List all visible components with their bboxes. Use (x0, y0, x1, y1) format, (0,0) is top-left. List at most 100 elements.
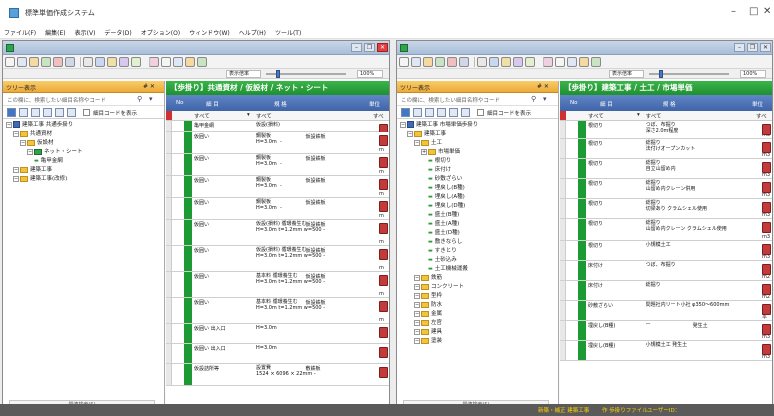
show-code-checkbox[interactable] (477, 109, 484, 116)
toolbar-icon[interactable] (53, 57, 63, 67)
book-icon[interactable] (379, 327, 388, 338)
zoom-slider-thumb[interactable] (659, 70, 663, 78)
book-icon[interactable] (762, 344, 771, 355)
mdi-restore-button[interactable]: ❐ (364, 43, 375, 52)
book-icon[interactable] (762, 142, 771, 153)
toolbar-icon[interactable] (107, 57, 117, 67)
tree-node[interactable]: − 仮設材 (20, 139, 54, 148)
table-row[interactable]: 仮囲い 基本料 循環養生む H=3.0m t=1.2mm w=500 - 仮設鉄板 m (166, 298, 389, 324)
tree-node[interactable]: ▬ 盛土(B種) (428, 211, 459, 220)
toolbar-icon[interactable] (591, 57, 601, 67)
toolbar-icon[interactable] (41, 57, 51, 67)
book-icon[interactable] (379, 347, 388, 358)
view-mode-icon[interactable] (449, 108, 458, 117)
toolbar-icon[interactable] (501, 57, 511, 67)
zoom-value[interactable]: 100% (740, 70, 766, 78)
expand-toggle-icon[interactable]: − (13, 175, 19, 182)
search-icon[interactable]: ⚲ (531, 95, 536, 103)
filter-spec-dropdown[interactable]: すべて (646, 112, 662, 120)
expand-toggle-icon[interactable]: − (414, 139, 420, 146)
toolbar-icon[interactable] (65, 57, 75, 67)
toolbar-icon[interactable] (579, 57, 589, 67)
tree-search-input[interactable]: この欄に、検索したい細目名称やコード (401, 96, 500, 104)
toolbar-icon[interactable] (95, 57, 105, 67)
table-row[interactable]: 仮囲い 出入口 H=3.0m (166, 324, 389, 344)
table-row[interactable]: 床付け つぼ、布掘り m2 (560, 261, 772, 281)
mdi-close-button[interactable]: ✕ (377, 43, 388, 52)
filter-name-dropdown[interactable]: すべて (194, 112, 210, 120)
book-icon[interactable] (379, 135, 388, 146)
toolbar-icon[interactable] (435, 57, 445, 67)
table-row[interactable]: 仮囲い 出入口 H=3.0m (166, 344, 389, 364)
column-header-unit[interactable]: 単位 (752, 100, 763, 108)
table-row[interactable]: 根切り 小規模土工 m3 (560, 241, 772, 261)
table-row[interactable]: 根切り つぼ、布掘り 深さ2.0m程度 m3 (560, 121, 772, 139)
table-row[interactable]: 根切り 総掘り 法付けオープンカット m3 (560, 139, 772, 159)
close-button[interactable]: ✕ (763, 6, 771, 17)
column-header-name[interactable]: 細 目 (206, 100, 219, 108)
mdi-restore-button[interactable]: ❐ (747, 43, 758, 52)
expand-toggle-icon[interactable]: − (414, 283, 420, 290)
tree-node[interactable]: − 建築工事 市場単価歩掛り (400, 121, 478, 130)
book-icon[interactable] (379, 179, 388, 190)
dropdown-arrow-icon[interactable]: ▾ (247, 112, 250, 118)
expand-toggle-icon[interactable]: − (414, 337, 420, 344)
dropdown-arrow-icon[interactable]: ▾ (637, 112, 640, 118)
book-icon[interactable] (379, 249, 388, 260)
show-code-checkbox[interactable] (83, 109, 90, 116)
table-row[interactable]: 仮囲い 仮設(損料) 循環養生む H=3.0m t=1.2mm w=500 - 仮設鉄… (166, 246, 389, 272)
view-mode-icon[interactable] (425, 108, 434, 117)
table-row[interactable]: 根切り 総掘り 山留め内クレーン併用 m3 (560, 179, 772, 199)
tree-node[interactable]: ▬ 砂敷ざらい (428, 175, 462, 184)
maximize-button[interactable]: □ (749, 6, 758, 17)
filter-name-dropdown[interactable]: すべて (588, 112, 604, 120)
view-mode-icon[interactable] (7, 108, 16, 117)
tree-node[interactable]: − 建築工事 (407, 130, 446, 139)
toolbar-icon[interactable] (83, 57, 93, 67)
filter-dropdown-icon[interactable]: ▾ (149, 95, 153, 103)
toolbar-icon[interactable] (477, 57, 487, 67)
book-icon[interactable] (762, 284, 771, 295)
table-row[interactable]: 埋戻し(B種) ー発生土 m3 (560, 321, 772, 341)
expand-toggle-icon[interactable]: − (414, 319, 420, 326)
tree-node[interactable]: ▬ 盛土(A種) (428, 220, 459, 229)
tree-node[interactable]: + 市場単価 (421, 148, 460, 157)
column-header-spec[interactable]: 規 格 (663, 100, 676, 108)
tree-search-input[interactable]: この欄に、検索したい細目名称やコード (7, 96, 106, 104)
table-row[interactable]: 床付け 総掘り m2 (560, 281, 772, 301)
tree-node[interactable]: − コンクリート (414, 283, 464, 292)
tree-node[interactable]: − 防水 (414, 301, 442, 310)
tree-node[interactable]: − 塗装 (414, 337, 442, 346)
view-mode-icon[interactable] (413, 108, 422, 117)
tree-node[interactable]: − 建築工事(改修) (13, 175, 67, 184)
expand-toggle-icon[interactable]: − (13, 130, 19, 137)
mdi-minimize-button[interactable]: – (734, 43, 745, 52)
book-icon[interactable] (762, 222, 771, 233)
column-header-unit[interactable]: 単位 (369, 100, 380, 108)
column-header-name[interactable]: 細 目 (600, 100, 613, 108)
tree-panel-controls[interactable]: # ✕ (143, 83, 155, 90)
book-icon[interactable] (762, 162, 771, 173)
expand-toggle-icon[interactable]: − (20, 139, 26, 146)
toolbar-icon[interactable] (555, 57, 565, 67)
view-mode-icon[interactable] (437, 108, 446, 117)
toolbar-icon[interactable] (29, 57, 39, 67)
tree-node[interactable]: ▬ 埋戻し(D種) (428, 202, 465, 211)
menu-item[interactable]: ヘルプ(H) (239, 28, 266, 37)
table-row[interactable]: 亀甲金網 仮設(損料) (166, 121, 389, 135)
toolbar-icon[interactable] (411, 57, 421, 67)
table-row[interactable]: 根切り 総掘り 自立山留め内 m3 (560, 159, 772, 179)
toolbar-icon[interactable] (173, 57, 183, 67)
view-mode-icon[interactable] (43, 108, 52, 117)
menu-item[interactable]: データ(D) (104, 28, 131, 37)
minimize-button[interactable]: – (731, 6, 736, 17)
view-mode-icon[interactable] (55, 108, 64, 117)
tree-node[interactable]: − 建築工事 共通歩掛り (6, 121, 73, 130)
view-mode-icon[interactable] (401, 108, 410, 117)
table-row[interactable]: 仮囲い 鋼製板 H=3.0m - 仮設鉄板 m (166, 154, 389, 176)
expand-toggle-icon[interactable]: − (400, 121, 406, 128)
toolbar-icon[interactable] (161, 57, 171, 67)
book-icon[interactable] (379, 223, 388, 234)
book-icon[interactable] (379, 157, 388, 168)
book-icon[interactable] (762, 264, 771, 275)
